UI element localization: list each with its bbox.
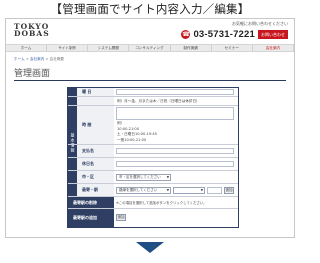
- payment-input[interactable]: [116, 148, 234, 154]
- nav-item-company[interactable]: 会社案内: [253, 45, 294, 51]
- row-add-station: 最寄駅の追加 追加: [68, 209, 238, 227]
- admin-form: 基本情報 曜 日 例）月〜金、月または木／日祝（日曜日は休診日） 時 間 例） …: [67, 87, 239, 228]
- contact-button[interactable]: お問い合わせ: [258, 30, 288, 39]
- holiday-input[interactable]: [116, 161, 234, 167]
- label-payment: 支払名: [77, 145, 114, 157]
- station-select[interactable]: 路線を選択してください ▼: [116, 187, 171, 194]
- station-select-2[interactable]: ▼: [173, 187, 205, 194]
- row-hours-top: 例）月〜金、月または木／日祝（日曜日は休診日）: [68, 97, 238, 106]
- chevron-down-icon: ▼: [200, 188, 203, 192]
- down-arrow-icon: [136, 242, 164, 253]
- row-area: 市・区 市・区を選択してください ▼: [68, 171, 238, 184]
- row-station: 最寄・駅 路線を選択してください ▼ ▼ 追加: [68, 184, 238, 197]
- station-note: ※この項目を選択して追加ボタンをクリックしてください。: [116, 201, 207, 205]
- contact-note: お気軽にお問い合わせください: [232, 21, 288, 26]
- main-nav: ホーム サイト制作 システム開発 コンサルティング 制作実績 セミナー 会社案内: [6, 44, 294, 52]
- hours-hint: 例）月〜金、月または木／日祝（日曜日は休診日）: [117, 99, 200, 103]
- row-station-note: 最寄駅の削除 ※この項目を選択して追加ボタンをクリックしてください。: [68, 197, 238, 209]
- page-heading: 【管理画面でサイト内容入力／編集】: [50, 2, 250, 16]
- area-select-value: 市・区を選択してください: [119, 175, 161, 179]
- area-select[interactable]: 市・区を選択してください ▼: [116, 174, 171, 181]
- station-input[interactable]: [207, 187, 222, 194]
- title-divider: [14, 80, 286, 81]
- row-holiday: 休日名: [68, 158, 238, 171]
- breadcrumb-company[interactable]: 会社案内: [30, 57, 44, 61]
- page-title: 管理画面: [14, 69, 51, 79]
- chevron-down-icon: ▼: [166, 188, 169, 192]
- phone-icon: ☎: [181, 30, 191, 39]
- breadcrumb-current: 会社概要: [49, 57, 65, 61]
- nav-item-home[interactable]: ホーム: [6, 45, 48, 51]
- label-hours: 時 間: [77, 106, 114, 144]
- hours-example: 例） 10:00-21:00 土・日曜日10:00-19:45 一般10:00-…: [117, 121, 157, 142]
- site-header: TOKYO DOBAS お気軽にお問い合わせください ☎ 03-5731-722…: [6, 19, 294, 43]
- station-select-value: 路線を選択してください: [119, 188, 158, 192]
- label-holiday: 休日名: [77, 158, 114, 170]
- logo-line-2: DOBAS: [14, 29, 50, 38]
- add-station-button[interactable]: 追加: [116, 214, 126, 221]
- row-payment: 支払名: [68, 145, 238, 158]
- nav-item-seminar[interactable]: セミナー: [212, 45, 253, 51]
- breadcrumb-home[interactable]: ホーム: [14, 57, 25, 61]
- screenshot-frame: TOKYO DOBAS お気軽にお問い合わせください ☎ 03-5731-722…: [5, 18, 295, 238]
- row-day: 曜 日: [68, 88, 238, 97]
- label-area: 市・区: [77, 171, 114, 183]
- station-add-button[interactable]: 追加: [224, 187, 234, 194]
- row-hours: 時 間 例） 10:00-21:00 土・日曜日10:00-19:45 一般10…: [68, 106, 238, 145]
- label-station: 最寄・駅: [77, 184, 114, 196]
- label-hours-top: [77, 97, 114, 105]
- day-input[interactable]: [116, 89, 234, 95]
- nav-item-site[interactable]: サイト制作: [47, 45, 89, 51]
- nav-item-consulting[interactable]: コンサルティング: [129, 45, 171, 51]
- label-add-station: 最寄駅の追加: [68, 209, 114, 227]
- nav-item-works[interactable]: 制作実績: [171, 45, 212, 51]
- phone-number: 03-5731-7221: [193, 29, 255, 40]
- chevron-down-icon: ▼: [166, 175, 169, 179]
- nav-item-system[interactable]: システム開発: [88, 45, 130, 51]
- phone-row: ☎ 03-5731-7221 お問い合わせ: [181, 29, 288, 40]
- label-station-delete: 最寄駅の削除: [68, 197, 114, 208]
- header-contact: お気軽にお問い合わせください ☎ 03-5731-7221 お問い合わせ: [181, 21, 288, 40]
- hours-textarea[interactable]: [116, 107, 234, 120]
- label-day: 曜 日: [77, 88, 114, 96]
- site-logo[interactable]: TOKYO DOBAS: [14, 23, 50, 38]
- breadcrumb: ホーム > 会社案内 > 会社概要: [14, 57, 64, 62]
